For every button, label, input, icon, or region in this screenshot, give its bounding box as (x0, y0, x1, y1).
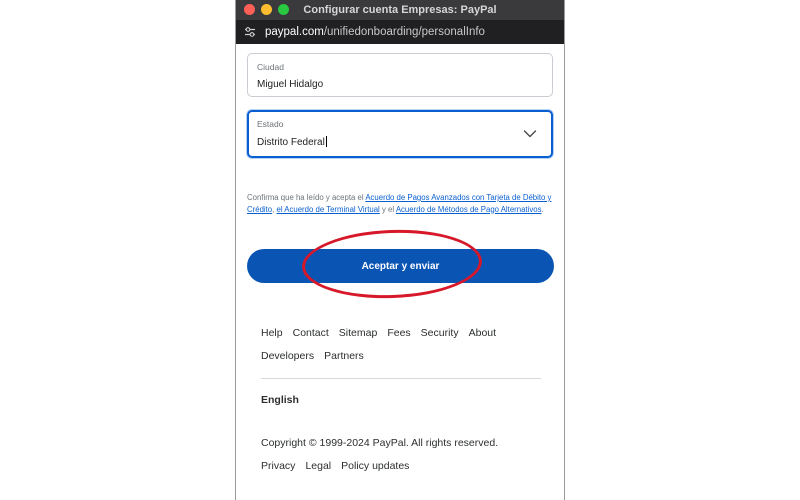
footer-links-row-1: Help Contact Sitemap Fees Security About (261, 327, 506, 339)
title-bar: Configurar cuenta Empresas: PayPal (236, 0, 564, 20)
window-controls (244, 4, 289, 15)
footer-link-privacy[interactable]: Privacy (261, 460, 295, 472)
footer-link-sitemap[interactable]: Sitemap (339, 327, 378, 339)
copyright-text: Copyright © 1999-2024 PayPal. All rights… (261, 437, 499, 449)
legal-links: Privacy Legal Policy updates (261, 460, 419, 472)
footer-link-developers[interactable]: Developers (261, 350, 314, 362)
alternative-payment-methods-agreement-link[interactable]: Acuerdo de Métodos de Pago Alternativos (396, 205, 542, 214)
footer-link-partners[interactable]: Partners (324, 350, 364, 362)
state-value: Distrito Federal (257, 136, 327, 148)
url-domain: paypal.com (265, 26, 324, 38)
window-title: Configurar cuenta Empresas: PayPal (303, 4, 497, 16)
city-field[interactable]: Ciudad Miguel Hidalgo (247, 53, 553, 97)
footer-link-legal[interactable]: Legal (305, 460, 331, 472)
submit-label: Aceptar y enviar (361, 260, 440, 272)
state-select[interactable]: Estado Distrito Federal (247, 110, 553, 158)
footer-divider (261, 378, 541, 379)
footer-link-policy-updates[interactable]: Policy updates (341, 460, 409, 472)
address-bar[interactable]: paypal.com/unifiedonboarding/personalInf… (236, 20, 564, 44)
footer-link-fees[interactable]: Fees (387, 327, 410, 339)
url-path: /unifiedonboarding/personalInfo (323, 26, 485, 38)
state-value-text: Distrito Federal (257, 137, 325, 148)
text-caret (325, 136, 327, 147)
accept-and-submit-button[interactable]: Aceptar y enviar (247, 249, 554, 283)
site-settings-icon[interactable] (243, 25, 257, 39)
terms-text: Confirma que ha leído y acepta el Acuerd… (247, 192, 557, 215)
footer-link-about[interactable]: About (469, 327, 496, 339)
zoom-window-button[interactable] (278, 4, 289, 15)
minimize-window-button[interactable] (261, 4, 272, 15)
url-text[interactable]: paypal.com/unifiedonboarding/personalInf… (265, 26, 485, 38)
state-label: Estado (257, 119, 284, 129)
terms-separator-2: y el (379, 204, 396, 214)
terms-suffix: . (541, 204, 544, 214)
footer-link-contact[interactable]: Contact (293, 327, 329, 339)
footer-links-row-2: Developers Partners (261, 350, 374, 362)
city-label: Ciudad (257, 62, 284, 72)
footer-link-security[interactable]: Security (421, 327, 459, 339)
virtual-terminal-agreement-link[interactable]: el Acuerdo de Terminal Virtual (276, 205, 379, 214)
close-window-button[interactable] (244, 4, 255, 15)
footer-link-help[interactable]: Help (261, 327, 283, 339)
browser-window: Configurar cuenta Empresas: PayPal paypa… (235, 0, 565, 500)
language-selector[interactable]: English (261, 394, 299, 406)
city-value: Miguel Hidalgo (257, 79, 324, 90)
chevron-down-icon[interactable] (523, 126, 537, 144)
terms-prefix: Confirma que ha leído y acepta el (247, 193, 366, 202)
